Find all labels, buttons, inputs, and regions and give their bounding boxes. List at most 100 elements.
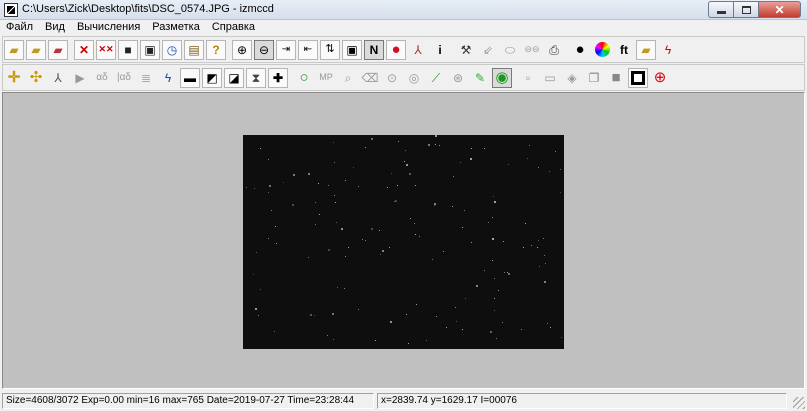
open-arrow-button[interactable]: ▰ — [26, 39, 46, 60]
star-point — [537, 247, 538, 248]
stack-button[interactable]: ❐ — [584, 68, 604, 88]
fourier-button[interactable]: ft — [614, 40, 634, 60]
checklist-button[interactable]: ▤ — [184, 39, 204, 60]
alpha-beta-box-button[interactable]: |αδ — [114, 68, 134, 88]
graph-button[interactable]: ⅄ — [408, 40, 428, 60]
frame-button[interactable]: ▣ — [342, 39, 362, 60]
save-multiple-button[interactable]: ▣ — [140, 39, 160, 60]
maximize-button[interactable] — [733, 1, 758, 18]
mp-button[interactable]: MP — [316, 68, 336, 88]
resize-grip[interactable] — [793, 397, 805, 409]
pencil-green-icon: ✎ — [474, 70, 486, 85]
crosshair-plus-button[interactable]: ✛ — [4, 68, 24, 88]
open-red-button[interactable]: ▰ — [48, 39, 68, 60]
info-button[interactable]: i — [430, 40, 450, 60]
save-button[interactable]: ■ — [118, 39, 138, 60]
close-button[interactable]: ✕ — [758, 1, 801, 18]
red-crosshair-button[interactable]: ⊕ — [650, 68, 670, 88]
layers-button[interactable]: ◈ — [562, 68, 582, 88]
menu-bar: Файл Вид Вычисления Разметка Справка — [0, 20, 807, 36]
alpha-beta-button[interactable]: αδ — [92, 68, 112, 88]
star-point — [358, 186, 359, 187]
fit-width-icon: ⇤ — [303, 43, 313, 55]
delete-multiple-button[interactable]: ✕✕ — [96, 39, 116, 60]
small-box-arrow-button[interactable]: ▭ — [540, 68, 560, 88]
star-point — [494, 298, 495, 299]
lightning-blue-button[interactable]: ϟ — [158, 68, 178, 88]
menu-markup[interactable]: Разметка — [146, 20, 206, 36]
star-point — [308, 257, 309, 258]
star-point — [460, 162, 461, 163]
plus-box-button[interactable]: ✚ — [268, 67, 288, 88]
globe-button[interactable]: ● — [386, 39, 406, 60]
fit-width-button[interactable]: ⇤ — [298, 39, 318, 60]
hammer-button[interactable]: ⚒ — [456, 40, 476, 60]
workspace — [2, 92, 805, 389]
star-point — [496, 338, 497, 339]
flip-vertical-icon: ⇅ — [325, 43, 335, 55]
minimize-button[interactable] — [708, 1, 733, 18]
zoom-in-button[interactable]: ⊕ — [232, 39, 252, 60]
star-point — [436, 316, 437, 317]
clock-button[interactable]: ◷ — [162, 39, 182, 60]
menu-calculations[interactable]: Вычисления — [71, 20, 146, 36]
help-button[interactable]: ? — [206, 39, 226, 60]
star-point — [283, 182, 284, 183]
crosshair-yellow-button[interactable]: ✣ — [26, 68, 46, 88]
star-point — [319, 214, 320, 215]
zoom-out-button[interactable]: ⊖ — [254, 39, 274, 60]
folder-open-button[interactable]: ▰ — [636, 39, 656, 60]
window-title: C:\Users\Zick\Desktop\fits\DSC_0574.JPG … — [22, 3, 274, 15]
hourglass-box-button[interactable]: ⧗ — [246, 67, 266, 88]
ruler-button[interactable]: ⟋ — [426, 68, 446, 88]
black-square-button[interactable] — [628, 67, 648, 88]
open-button[interactable]: ▰ — [4, 39, 24, 60]
circle-arrow-button[interactable]: ⊙ — [382, 68, 402, 88]
star-point — [405, 150, 406, 151]
circle-target-button[interactable]: ◎ — [404, 68, 424, 88]
star-point — [484, 270, 485, 271]
north-button[interactable]: N — [364, 39, 384, 60]
star-point — [435, 144, 436, 145]
slash-box-button[interactable]: ◩ — [202, 67, 222, 88]
arrow-diagonal-button[interactable]: ⇙ — [478, 40, 498, 60]
menu-help[interactable]: Справка — [206, 20, 261, 36]
ellipse-button[interactable]: ⬭ — [500, 40, 520, 60]
star-point — [560, 169, 561, 170]
play-button[interactable]: ▶ — [70, 68, 90, 88]
small-box-button[interactable]: ▫ — [518, 68, 538, 88]
image-canvas[interactable] — [243, 135, 564, 349]
double-ellipse-button[interactable]: ⊖⊖ — [522, 40, 542, 60]
menu-view[interactable]: Вид — [39, 20, 71, 36]
star-point — [332, 313, 334, 315]
star-point — [471, 148, 472, 149]
triangle-box-button[interactable]: ◪ — [224, 67, 244, 88]
color-wheel-icon — [594, 42, 610, 57]
eraser-button[interactable]: ⌫ — [360, 68, 380, 88]
pencil-green-button[interactable]: ✎ — [470, 68, 490, 88]
app-icon[interactable] — [4, 3, 18, 17]
star-point — [345, 256, 346, 257]
list-button[interactable]: ≣ — [136, 68, 156, 88]
lightning-button[interactable]: ϟ — [658, 40, 678, 60]
delete-button[interactable]: ✕ — [74, 39, 94, 60]
star-point — [258, 315, 259, 316]
angle-button[interactable]: ⅄ — [48, 68, 68, 88]
ring-button[interactable]: ◉ — [492, 67, 512, 88]
star-point — [527, 158, 528, 159]
fit-right-button[interactable]: ⇥ — [276, 39, 296, 60]
print-button[interactable]: ⎙ — [544, 40, 564, 60]
black-dots-button[interactable]: ● — [570, 40, 590, 60]
green-circle-button[interactable]: ○ — [294, 68, 314, 88]
gray-square-button[interactable]: ■ — [606, 68, 626, 88]
star-point — [434, 203, 436, 205]
star-point — [365, 147, 366, 148]
measure-button[interactable]: ⊛ — [448, 68, 468, 88]
color-wheel-button[interactable] — [592, 40, 612, 60]
minus-box-button[interactable]: ▬ — [180, 67, 200, 88]
mp-icon: MP — [319, 72, 333, 82]
star-point — [375, 340, 376, 341]
flip-vertical-button[interactable]: ⇅ — [320, 39, 340, 60]
menu-file[interactable]: Файл — [0, 20, 39, 36]
magnifier-button[interactable]: ⌕ — [338, 68, 358, 88]
